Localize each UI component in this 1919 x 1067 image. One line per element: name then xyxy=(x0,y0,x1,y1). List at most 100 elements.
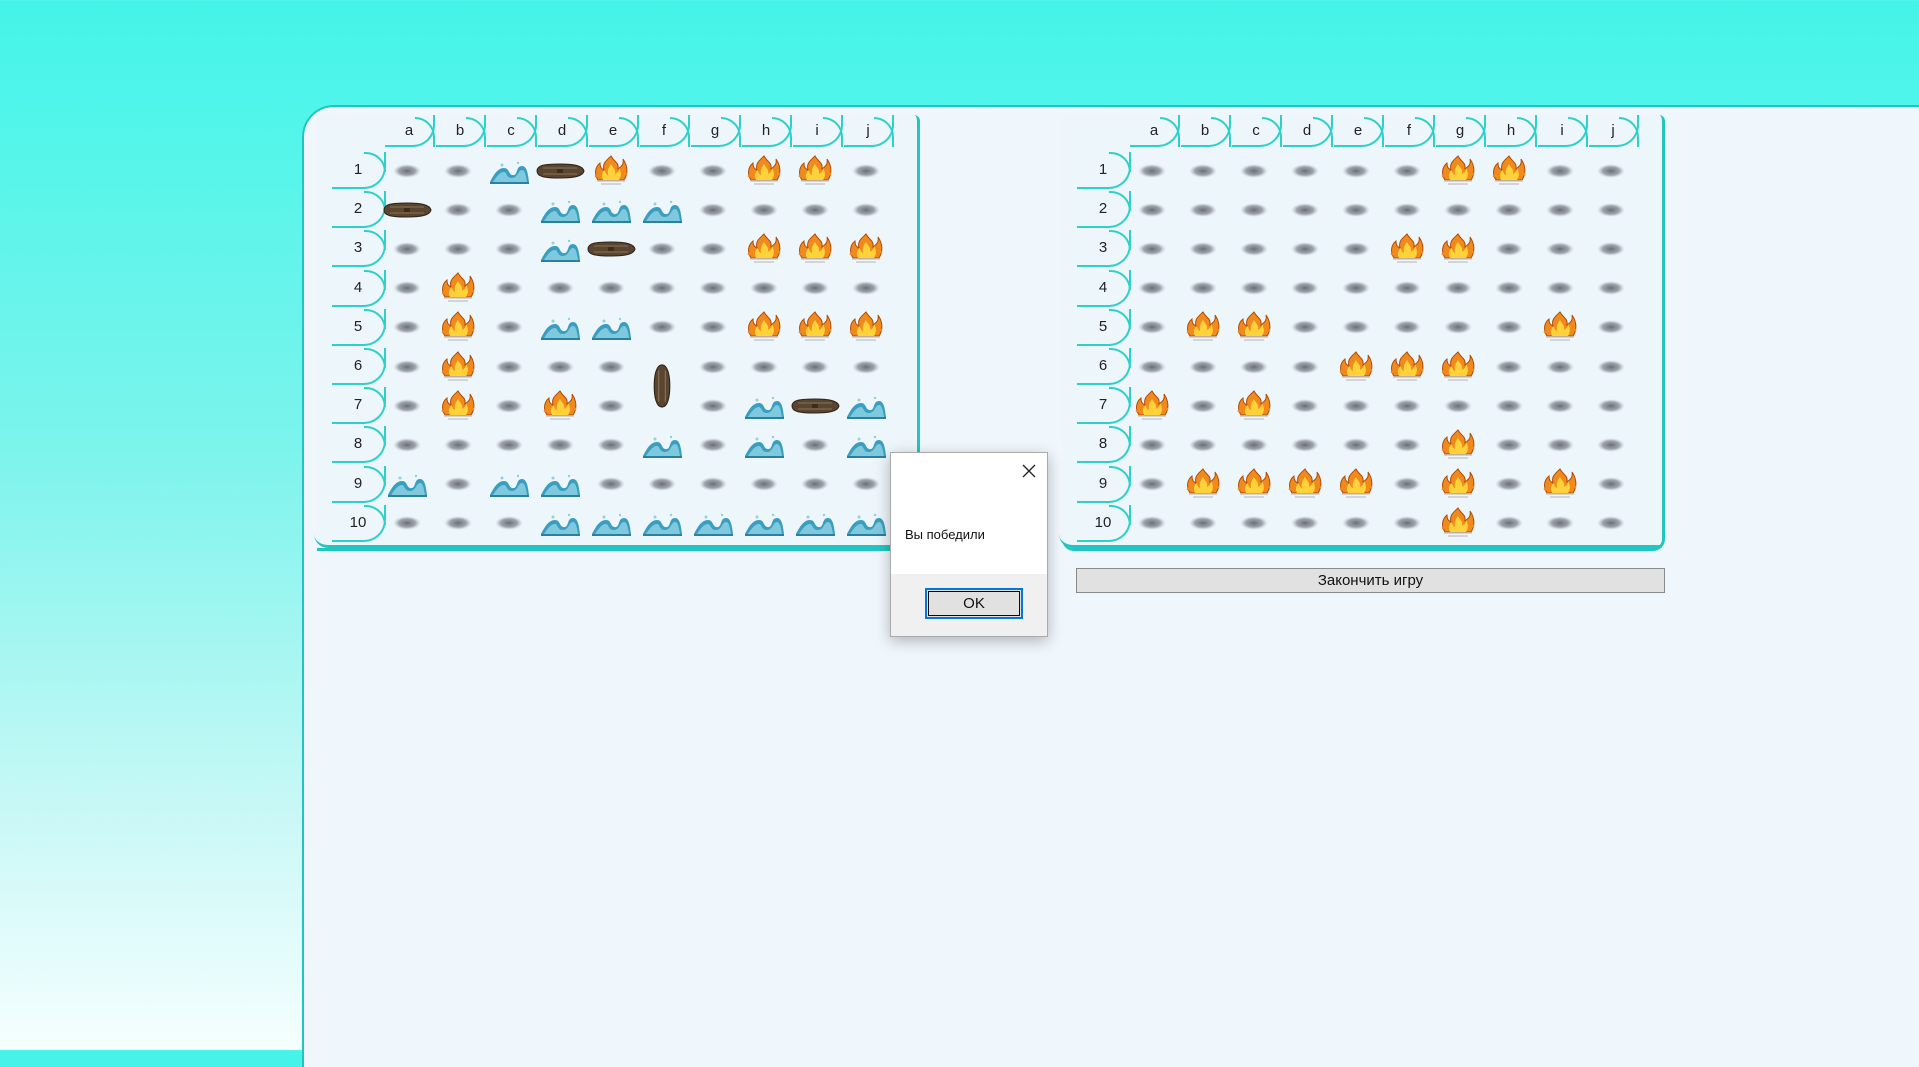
enemy-board-cell-empty[interactable] xyxy=(1534,504,1585,543)
enemy-board-cell-empty[interactable] xyxy=(1279,151,1330,190)
enemy-board-cell-empty[interactable] xyxy=(1279,190,1330,229)
enemy-board-cell-empty[interactable] xyxy=(1585,190,1636,229)
enemy-board-cell-empty[interactable] xyxy=(1483,229,1534,268)
enemy-board-cell-empty[interactable] xyxy=(1534,151,1585,190)
enemy-board-cell-empty[interactable] xyxy=(1330,190,1381,229)
enemy-board-cell-empty[interactable] xyxy=(1279,269,1330,308)
enemy-board-cell-hit[interactable] xyxy=(1177,308,1228,347)
enemy-board-cell-empty[interactable] xyxy=(1126,504,1177,543)
enemy-board-cell-empty[interactable] xyxy=(1432,269,1483,308)
enemy-board-cell-hit[interactable] xyxy=(1279,465,1330,504)
enemy-board-cell-empty[interactable] xyxy=(1228,269,1279,308)
enemy-board-cell-empty[interactable] xyxy=(1483,347,1534,386)
enemy-board-cell-empty[interactable] xyxy=(1534,347,1585,386)
enemy-board-cell-empty[interactable] xyxy=(1279,229,1330,268)
enemy-board-cell-hit[interactable] xyxy=(1330,465,1381,504)
enemy-board-cell-empty[interactable] xyxy=(1381,151,1432,190)
enemy-board-cell-empty[interactable] xyxy=(1126,190,1177,229)
enemy-board-cell-empty[interactable] xyxy=(1381,425,1432,464)
enemy-board-cell-empty[interactable] xyxy=(1381,465,1432,504)
enemy-board-cell-empty[interactable] xyxy=(1483,425,1534,464)
enemy-board-cell-empty[interactable] xyxy=(1483,386,1534,425)
enemy-board-cell-hit[interactable] xyxy=(1483,151,1534,190)
enemy-board-cell-empty[interactable] xyxy=(1177,229,1228,268)
enemy-board-cell-empty[interactable] xyxy=(1534,425,1585,464)
enemy-board-cell-empty[interactable] xyxy=(1483,308,1534,347)
enemy-board-cell-empty[interactable] xyxy=(1483,504,1534,543)
enemy-board-cell-hit[interactable] xyxy=(1432,465,1483,504)
enemy-board-cell-empty[interactable] xyxy=(1432,190,1483,229)
enemy-board-cell-hit[interactable] xyxy=(1228,386,1279,425)
enemy-board-cell-hit[interactable] xyxy=(1381,229,1432,268)
enemy-board-cell-empty[interactable] xyxy=(1126,151,1177,190)
enemy-board-cell-hit[interactable] xyxy=(1534,308,1585,347)
enemy-board-cell-hit[interactable] xyxy=(1381,347,1432,386)
enemy-board-cell-hit[interactable] xyxy=(1228,465,1279,504)
enemy-board-cell-empty[interactable] xyxy=(1279,504,1330,543)
enemy-board-cell-empty[interactable] xyxy=(1228,504,1279,543)
enemy-board-cell-empty[interactable] xyxy=(1585,504,1636,543)
enemy-board-cell-empty[interactable] xyxy=(1177,269,1228,308)
enemy-board-cell-empty[interactable] xyxy=(1126,425,1177,464)
enemy-board-cell-empty[interactable] xyxy=(1483,190,1534,229)
close-icon[interactable] xyxy=(1019,461,1039,481)
enemy-board-cell-empty[interactable] xyxy=(1126,465,1177,504)
enemy-board-cell-empty[interactable] xyxy=(1585,269,1636,308)
enemy-board-cell-empty[interactable] xyxy=(1534,190,1585,229)
enemy-board-cell-empty[interactable] xyxy=(1381,308,1432,347)
enemy-board-cell-empty[interactable] xyxy=(1381,504,1432,543)
enemy-board-cell-hit[interactable] xyxy=(1432,229,1483,268)
enemy-board-cell-empty[interactable] xyxy=(1177,504,1228,543)
ok-button[interactable]: OK xyxy=(925,588,1023,619)
enemy-board-cell-empty[interactable] xyxy=(1585,386,1636,425)
enemy-board-cell-hit[interactable] xyxy=(1126,386,1177,425)
enemy-board-cell-hit[interactable] xyxy=(1330,347,1381,386)
enemy-board-cell-empty[interactable] xyxy=(1330,425,1381,464)
enemy-board-cell-empty[interactable] xyxy=(1126,308,1177,347)
enemy-board-cell-empty[interactable] xyxy=(1483,465,1534,504)
enemy-board-cell-empty[interactable] xyxy=(1432,386,1483,425)
enemy-board-cell-empty[interactable] xyxy=(1330,308,1381,347)
enemy-board-cell-empty[interactable] xyxy=(1279,425,1330,464)
enemy-board-cell-empty[interactable] xyxy=(1585,151,1636,190)
enemy-board-cell-empty[interactable] xyxy=(1228,190,1279,229)
enemy-board-cell-hit[interactable] xyxy=(1534,465,1585,504)
enemy-board-cell-empty[interactable] xyxy=(1126,269,1177,308)
enemy-board-cell-empty[interactable] xyxy=(1330,504,1381,543)
enemy-board-cell-empty[interactable] xyxy=(1279,347,1330,386)
enemy-board-cell-empty[interactable] xyxy=(1534,269,1585,308)
enemy-board-cell-hit[interactable] xyxy=(1177,465,1228,504)
end-game-button[interactable]: Закончить игру xyxy=(1076,568,1665,593)
enemy-board-cell-empty[interactable] xyxy=(1279,308,1330,347)
enemy-board-cell-empty[interactable] xyxy=(1381,269,1432,308)
enemy-board-cell-empty[interactable] xyxy=(1228,229,1279,268)
enemy-board-cell-empty[interactable] xyxy=(1126,229,1177,268)
enemy-board-cell-empty[interactable] xyxy=(1228,151,1279,190)
enemy-board-cell-empty[interactable] xyxy=(1177,386,1228,425)
enemy-board-cell-hit[interactable] xyxy=(1432,151,1483,190)
enemy-board-cell-hit[interactable] xyxy=(1432,425,1483,464)
enemy-board-cell-empty[interactable] xyxy=(1228,425,1279,464)
enemy-board-cell-empty[interactable] xyxy=(1381,386,1432,425)
enemy-board-cell-empty[interactable] xyxy=(1585,308,1636,347)
enemy-board-cell-hit[interactable] xyxy=(1432,504,1483,543)
enemy-board-cell-empty[interactable] xyxy=(1585,347,1636,386)
enemy-board-cell-hit[interactable] xyxy=(1228,308,1279,347)
enemy-board-cell-empty[interactable] xyxy=(1585,465,1636,504)
enemy-board-cell-empty[interactable] xyxy=(1177,151,1228,190)
enemy-board-cell-empty[interactable] xyxy=(1432,308,1483,347)
enemy-board-cell-empty[interactable] xyxy=(1330,151,1381,190)
enemy-board-cell-empty[interactable] xyxy=(1585,229,1636,268)
enemy-board-cell-empty[interactable] xyxy=(1177,425,1228,464)
enemy-board-cell-empty[interactable] xyxy=(1330,386,1381,425)
enemy-board-cell-empty[interactable] xyxy=(1585,425,1636,464)
enemy-board-cell-hit[interactable] xyxy=(1432,347,1483,386)
enemy-board-cell-empty[interactable] xyxy=(1279,386,1330,425)
enemy-board-cell-empty[interactable] xyxy=(1534,386,1585,425)
enemy-board-cell-empty[interactable] xyxy=(1177,190,1228,229)
enemy-board-cell-empty[interactable] xyxy=(1177,347,1228,386)
enemy-board-cell-empty[interactable] xyxy=(1534,229,1585,268)
enemy-board-cell-empty[interactable] xyxy=(1228,347,1279,386)
enemy-board-cell-empty[interactable] xyxy=(1126,347,1177,386)
enemy-board-cell-empty[interactable] xyxy=(1381,190,1432,229)
